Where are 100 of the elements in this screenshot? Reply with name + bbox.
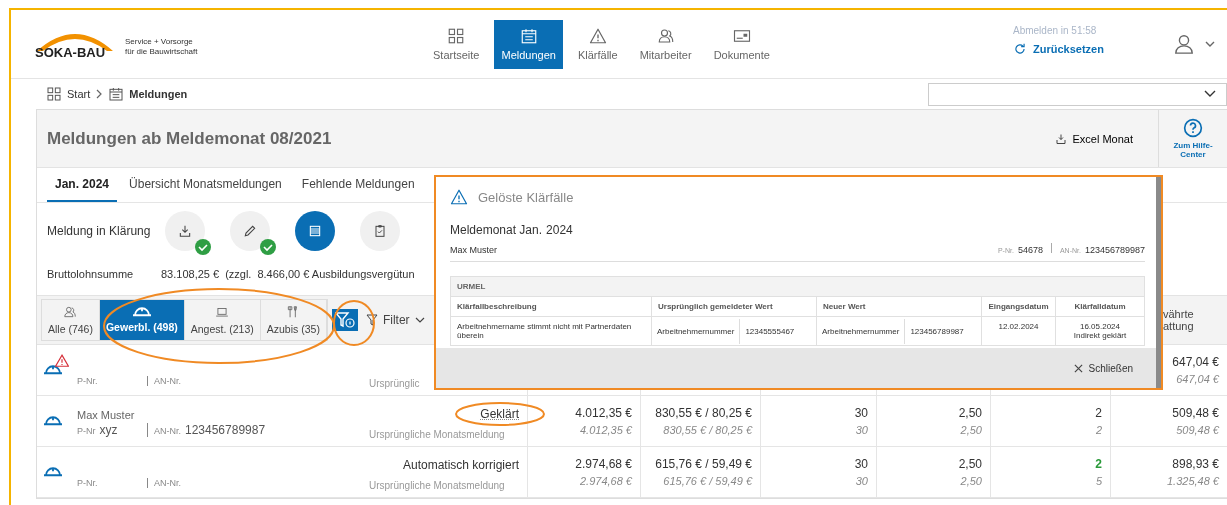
hard-hat-icon (131, 307, 152, 317)
help-icon (1183, 118, 1203, 138)
original-value: 2 (1095, 424, 1102, 436)
tab[interactable]: Übersicht Monatsmeldungen (121, 168, 290, 202)
nav-item[interactable]: Mitarbeiter (632, 19, 699, 69)
download-icon (177, 223, 193, 239)
download-icon (1055, 132, 1068, 145)
table-cell-text: Arbeitnehmername stimmt nicht mit Partnerdaten überein (456, 321, 633, 342)
original-value: 5 (1095, 475, 1102, 487)
original-report-label: Ursprüngliche Monatsmeldung (369, 428, 505, 440)
laptop-icon (215, 305, 230, 319)
select-field[interactable] (928, 82, 1227, 106)
table-cell: 123456789987 (904, 318, 964, 344)
table-cell: 2,50 (958, 457, 982, 471)
employee-number: 123456789987 (1084, 245, 1145, 255)
employee-number: AN-Nr. (147, 478, 277, 488)
tab[interactable]: Fehlende Meldungen (293, 168, 423, 202)
refresh-icon (1013, 42, 1027, 56)
filter-button[interactable]: Filter (361, 313, 429, 327)
grid-icon (46, 86, 62, 102)
table-cell: Arbeitnehmernummer (822, 326, 900, 336)
chevron-down-icon (414, 316, 425, 324)
filter-info-button[interactable] (331, 309, 358, 331)
totals-extra-value: 8.466,00 € Ausbildungsvergütun (257, 268, 415, 280)
original-report-label: Ursprünglic (369, 377, 420, 389)
totals-note: (zzgl. (225, 268, 252, 280)
personnel-number: P-Nr xyz (77, 423, 119, 437)
personnel-number: P-Nr. (77, 478, 99, 488)
caret-icon[interactable] (1205, 39, 1215, 49)
breadcrumb-link[interactable]: Meldungen (129, 88, 188, 100)
table-cell: 2.974,68 € (575, 457, 632, 471)
original-value: 2,50 (960, 424, 982, 436)
list-icon (307, 223, 323, 239)
column-header: Klärfallbeschreibung (451, 297, 651, 317)
user-icon (1173, 33, 1195, 55)
original-value: 830,55 € / 80,25 € (663, 424, 752, 436)
original-value: 509,48 € (1176, 424, 1219, 436)
table-cell: 898,93 € (1172, 457, 1219, 471)
calendar-icon (519, 27, 538, 45)
totals-label: Bruttolohnsumme (47, 268, 135, 280)
nav-item[interactable]: Dokumente (706, 19, 777, 69)
nav-item[interactable]: Klärfälle (570, 19, 625, 69)
breadcrumb-link[interactable]: Start (67, 88, 91, 100)
logo-text: SOKA-BAU (35, 44, 106, 60)
clipboard-icon (372, 223, 388, 239)
table-cell: 16.05.2024 Indirekt geklärt (1055, 317, 1144, 345)
nav-item[interactable]: Startseite (426, 19, 487, 69)
help-center-link[interactable]: Zum Hilfe-Center (1158, 110, 1227, 167)
totals-value: 83.108,25 € (161, 268, 220, 280)
column-header: Eingangsdatum (981, 297, 1055, 317)
table-cell: 12.02.2024 (981, 317, 1055, 345)
original-value: 4.012,35 € (580, 424, 632, 436)
personnel-number: 54678 (1017, 245, 1043, 255)
people-icon (63, 305, 78, 319)
check-icon (195, 239, 211, 255)
card-icon (732, 27, 751, 45)
logout-timer: Abmelden in 51:58 (1013, 25, 1098, 36)
table-cell: 2,50 (958, 406, 982, 420)
excel-button[interactable]: Excel Monat (1049, 131, 1158, 146)
personnel-number: P-Nr. (77, 376, 99, 386)
original-value: 2,50 (960, 475, 982, 487)
people-icon (656, 27, 675, 45)
calendar-icon (108, 86, 125, 102)
warning-icon (450, 188, 468, 206)
original-value: 1.325,48 € (1167, 475, 1219, 487)
column-header: Ursprünglich gemeldeter Wert (651, 297, 816, 317)
chevron-icon (95, 89, 104, 99)
table-cell: 2 (1095, 457, 1102, 471)
table-cell: 509,48 € (1172, 406, 1219, 420)
table-cell: 830,55 € / 80,25 € (655, 406, 752, 420)
table-cell: 4.012,35 € (575, 406, 632, 420)
employee-name: Max Muster (450, 245, 497, 255)
table-cell: 647,04 € (1172, 355, 1219, 369)
hard-hat-icon (43, 365, 63, 375)
original-value: 30 (855, 424, 868, 436)
table-cell: 30 (854, 406, 868, 420)
status-label: Meldung in Klärung (47, 224, 152, 238)
tab[interactable]: Jan. 2024 (47, 168, 118, 202)
original-value: 647,04 € (1176, 373, 1219, 385)
status-text: Automatisch korrigiert (401, 457, 519, 472)
employee-number: AN-Nr. 123456789987 (147, 423, 277, 437)
group-tab[interactable]: Gewerbl. (498) (99, 300, 185, 340)
status-text[interactable]: Geklärt (369, 406, 519, 421)
original-report-label: Ursprüngliche Monatsmeldung (369, 479, 505, 491)
table-cell: 12345555467 (739, 318, 795, 344)
warning-icon (588, 27, 607, 45)
column-header: Klärfalldatum (1055, 297, 1144, 317)
month-year: 2024 (546, 223, 573, 237)
table-cell: 30 (854, 457, 868, 471)
pencil-icon (242, 223, 258, 239)
employee-name: Max Muster (77, 409, 136, 421)
original-value: 30 (855, 475, 868, 487)
close-button[interactable]: Schließen (1067, 361, 1139, 375)
grid-icon (447, 27, 466, 45)
original-value: 615,76 € / 59,49 € (663, 475, 752, 487)
original-value: 2.974,68 € (580, 475, 632, 487)
reset-link[interactable]: Zurücksetzen (1013, 42, 1153, 56)
nav-item[interactable]: Meldungen (494, 19, 563, 69)
table-cell: Arbeitnehmernummer (657, 326, 735, 336)
page-title: Meldungen ab Meldemonat 08/2021 (46, 128, 332, 149)
